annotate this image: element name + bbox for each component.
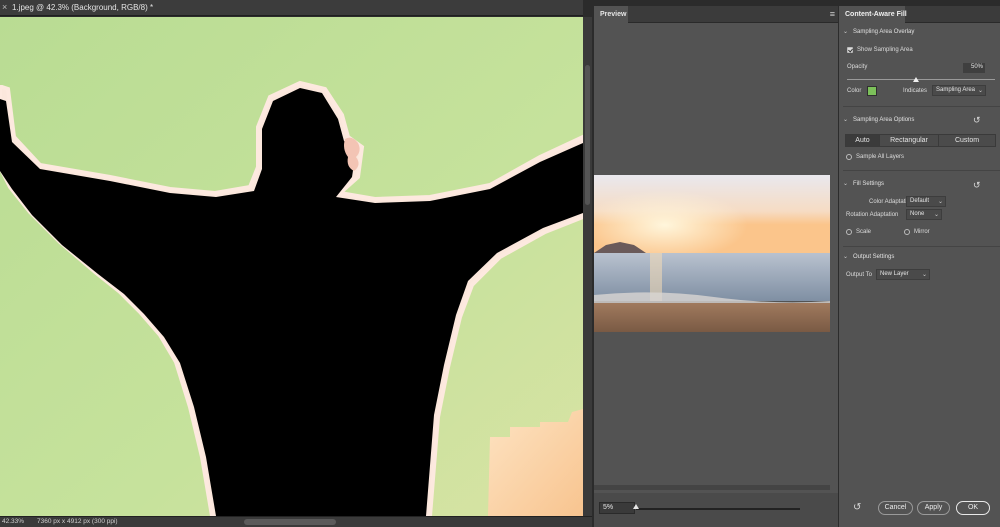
photoshop-window: × 1.jpeg @ 42.3% (Background, RGB/8) * 4… — [0, 0, 1000, 527]
canvas-image — [0, 17, 583, 516]
preview-zoom-knob[interactable] — [633, 504, 639, 509]
section-title: Fill Settings — [853, 181, 885, 187]
output-to-dropdown[interactable]: New Layer ⌄ — [876, 269, 930, 280]
document-tab[interactable]: × 1.jpeg @ 42.3% (Background, RGB/8) * — [0, 0, 583, 16]
mirror-checkbox[interactable] — [904, 229, 910, 235]
chevron-down-icon: ⌄ — [933, 212, 939, 218]
chevron-down-icon[interactable]: ⌄ — [843, 28, 853, 35]
chevron-down-icon: ⌄ — [937, 199, 943, 205]
ok-button[interactable]: OK — [956, 501, 990, 515]
preview-zoom-field[interactable]: 5% — [599, 502, 635, 514]
document-canvas[interactable] — [0, 17, 583, 516]
mode-auto-button[interactable]: Auto — [846, 135, 880, 146]
divider — [843, 106, 1000, 107]
divider — [843, 170, 1000, 171]
show-sampling-area-checkbox[interactable] — [847, 47, 853, 53]
indicates-label: Indicates — [903, 88, 928, 94]
chevron-down-icon[interactable]: ⌄ — [843, 180, 853, 187]
preview-image — [594, 175, 830, 332]
sampling-mode-segmented-control[interactable]: Auto Rectangular Custom — [845, 134, 996, 147]
rotation-adaptation-dropdown[interactable]: None ⌄ — [906, 209, 942, 220]
section-output-settings[interactable]: ⌄ Output Settings — [843, 253, 894, 263]
scale-checkbox[interactable] — [846, 229, 852, 235]
divider — [843, 246, 1000, 247]
document-dimensions: 7360 px x 4912 px (300 ppi) — [37, 518, 118, 525]
caf-tab[interactable]: Content-Aware Fill — [839, 6, 907, 23]
indicates-dropdown[interactable]: Sampling Area ⌄ — [932, 85, 986, 96]
color-label: Color — [847, 88, 862, 94]
chevron-down-icon[interactable]: ⌄ — [843, 116, 853, 123]
mode-custom-button[interactable]: Custom — [939, 135, 995, 146]
horizontal-scrollbar-thumb[interactable] — [244, 519, 336, 525]
zoom-readout[interactable]: 42.33% — [2, 518, 24, 525]
reset-icon[interactable]: ↺ — [973, 180, 983, 190]
scale-label: Scale — [856, 229, 872, 235]
overlay-color-swatch[interactable] — [867, 86, 877, 96]
indicates-value: Sampling Area — [936, 87, 976, 93]
caf-header: Content-Aware Fill — [839, 6, 1000, 23]
chevron-down-icon: ⌄ — [921, 272, 927, 278]
show-sampling-area-label: Show Sampling Area — [857, 47, 913, 53]
preview-tab[interactable]: Preview — [594, 6, 628, 23]
mirror-label: Mirror — [914, 229, 930, 235]
section-fill-settings[interactable]: ⌄ Fill Settings — [843, 180, 884, 190]
section-title: Output Settings — [853, 254, 895, 260]
opacity-slider[interactable] — [847, 79, 995, 80]
apply-button[interactable]: Apply — [917, 501, 950, 515]
color-adaptation-dropdown[interactable]: Default ⌄ — [906, 196, 946, 207]
sample-all-layers-checkbox[interactable] — [846, 154, 852, 160]
reset-icon[interactable]: ↺ — [973, 115, 983, 125]
preview-footer: 5% — [594, 493, 838, 527]
section-title: Sampling Area Options — [853, 117, 915, 123]
document-title: 1.jpeg @ 42.3% (Background, RGB/8) * — [12, 3, 154, 12]
opacity-field[interactable]: 50% — [963, 63, 985, 73]
content-aware-fill-panel: Content-Aware Fill ⌄ Sampling Area Overla… — [838, 6, 1000, 527]
cancel-button[interactable]: Cancel — [878, 501, 913, 515]
chevron-down-icon[interactable]: ⌄ — [843, 253, 853, 260]
canvas-vertical-scrollbar[interactable] — [583, 17, 592, 516]
output-to-value: New Layer — [880, 271, 909, 277]
opacity-slider-knob[interactable] — [913, 77, 919, 82]
hamburger-menu-icon[interactable]: ≡ — [830, 9, 835, 19]
chevron-down-icon: ⌄ — [977, 88, 983, 94]
opacity-label: Opacity — [847, 64, 868, 70]
preview-header: Preview ≡ — [594, 6, 838, 23]
preview-zoom-slider[interactable] — [636, 508, 800, 510]
close-tab-icon[interactable]: × — [2, 2, 7, 13]
section-title: Sampling Area Overlay — [853, 29, 915, 35]
reset-all-icon[interactable]: ↺ — [853, 503, 863, 513]
preview-scrollbar[interactable] — [594, 485, 830, 490]
section-sampling-area-options[interactable]: ⌄ Sampling Area Options — [843, 116, 914, 126]
scrollbar-thumb[interactable] — [585, 65, 590, 205]
output-to-label: Output To — [846, 272, 872, 278]
rotation-adaptation-value: None — [910, 211, 925, 217]
sample-all-layers-label: Sample All Layers — [856, 154, 905, 160]
color-adaptation-value: Default — [910, 198, 930, 204]
preview-panel: Preview ≡ 5% — [594, 6, 838, 527]
status-bar: 42.33% 7360 px x 4912 px (300 ppi) — [0, 516, 592, 527]
mode-rectangular-button[interactable]: Rectangular — [880, 135, 939, 146]
rotation-adaptation-label: Rotation Adaptation — [846, 212, 899, 218]
section-sampling-area-overlay[interactable]: ⌄ Sampling Area Overlay — [843, 28, 914, 38]
